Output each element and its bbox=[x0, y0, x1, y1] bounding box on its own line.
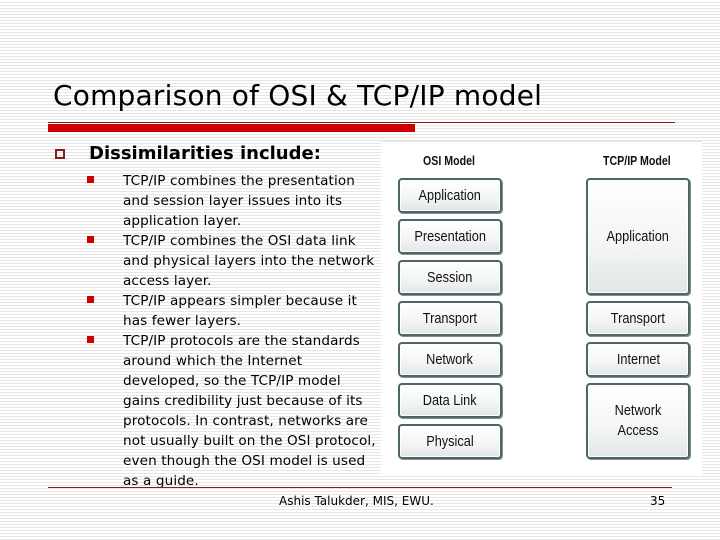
osi-layer-physical: Physical bbox=[398, 424, 502, 459]
dissimilarities-list: TCP/IP combines the presentation and ses… bbox=[87, 170, 377, 490]
tcpip-model-heading: TCP/IP Model bbox=[603, 154, 671, 168]
tcpip-layer-application: Application bbox=[586, 178, 690, 295]
bullet-text: TCP/IP combines the OSI data link and ph… bbox=[123, 233, 375, 289]
page-number: 35 bbox=[650, 494, 666, 508]
bullet-text: TCP/IP combines the presentation and ses… bbox=[123, 173, 355, 229]
bullet-text: TCP/IP appears simpler because it has fe… bbox=[123, 293, 357, 329]
red-square-bullet-icon bbox=[87, 296, 94, 303]
osi-layer-data-link: Data Link bbox=[398, 383, 502, 418]
footer-author: Ashis Talukder, MIS, EWU. bbox=[279, 494, 434, 508]
list-item: TCP/IP protocols are the standards aroun… bbox=[87, 330, 377, 490]
osi-model-heading: OSI Model bbox=[423, 154, 475, 168]
title-underline-rule bbox=[48, 122, 675, 123]
red-square-bullet-icon bbox=[87, 236, 94, 243]
list-item: TCP/IP appears simpler because it has fe… bbox=[87, 290, 377, 330]
slide-title: Comparison of OSI & TCP/IP model bbox=[53, 79, 543, 112]
tcpip-layer-network-access: Network Access bbox=[586, 383, 690, 459]
footer-rule bbox=[48, 487, 672, 488]
osi-layer-transport: Transport bbox=[398, 301, 502, 336]
osi-layer-network: Network bbox=[398, 342, 502, 377]
red-square-bullet-icon bbox=[87, 176, 94, 183]
section-heading: Dissimilarities include: bbox=[89, 143, 321, 164]
osi-layer-session: Session bbox=[398, 260, 502, 295]
list-item: TCP/IP combines the OSI data link and ph… bbox=[87, 230, 377, 290]
tcpip-layer-internet: Internet bbox=[586, 342, 690, 377]
osi-tcpip-diagram: OSI Model TCP/IP Model Application Prese… bbox=[381, 141, 702, 477]
osi-layer-presentation: Presentation bbox=[398, 219, 502, 254]
osi-layer-application: Application bbox=[398, 178, 502, 213]
tcpip-layer-transport: Transport bbox=[586, 301, 690, 336]
title-accent-bar bbox=[48, 124, 415, 132]
bullet-text: TCP/IP protocols are the standards aroun… bbox=[123, 333, 376, 489]
list-item: TCP/IP combines the presentation and ses… bbox=[87, 170, 377, 230]
red-square-bullet-icon bbox=[87, 336, 94, 343]
hollow-square-bullet-icon bbox=[55, 148, 65, 159]
heading-bullet: Dissimilarities include: bbox=[55, 143, 321, 164]
